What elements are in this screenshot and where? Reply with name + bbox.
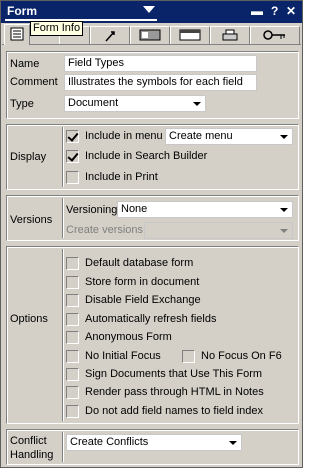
security-tab-icon[interactable] xyxy=(250,26,300,44)
options-section: Options Default database form Store form… xyxy=(6,246,299,424)
no-field-index-label: Do not add field names to field index xyxy=(85,405,263,417)
section-divider xyxy=(62,432,64,462)
conflict-label: Conflict xyxy=(10,435,47,447)
launch-tab-icon[interactable] xyxy=(90,26,130,44)
options-label: Options xyxy=(10,313,48,325)
section-divider xyxy=(62,249,64,421)
no-focus-on-f6-label: No Focus On F6 xyxy=(201,350,282,362)
conflict-handling-dropdown[interactable]: Create Conflicts xyxy=(66,434,242,451)
auto-refresh-fields-checkbox[interactable] xyxy=(66,313,79,326)
close-icon[interactable]: ✕ xyxy=(286,4,296,18)
chevron-down-icon xyxy=(280,208,288,212)
conflict-handling-section: Conflict Handling Create Conflicts xyxy=(6,429,299,465)
store-form-in-document-label: Store form in document xyxy=(85,276,200,288)
background-tab-icon[interactable] xyxy=(130,26,170,44)
include-in-print-label: Include in Print xyxy=(85,171,158,183)
include-in-search-builder-label: Include in Search Builder xyxy=(85,150,208,162)
basics-section: Name Field Types Comment Illustrates the… xyxy=(6,51,299,119)
conflict-handling-value: Create Conflicts xyxy=(70,436,149,448)
tooltip: Form Info xyxy=(30,21,84,36)
name-field[interactable]: Field Types xyxy=(64,55,257,72)
include-in-menu-checkbox[interactable] xyxy=(66,130,79,143)
include-in-menu-label: Include in menu xyxy=(85,130,163,142)
section-divider xyxy=(62,198,64,238)
menu-dropdown[interactable]: Create menu xyxy=(165,128,293,145)
anonymous-form-label: Anonymous Form xyxy=(85,331,172,343)
menu-value: Create menu xyxy=(169,130,233,142)
no-focus-on-f6-checkbox[interactable] xyxy=(182,350,195,363)
display-label: Display xyxy=(10,151,47,163)
type-value: Document xyxy=(68,97,119,109)
versions-section: Versions Versioning None Create versions xyxy=(6,195,299,241)
print-tab-icon[interactable] xyxy=(210,26,250,44)
versioning-label: Versioning xyxy=(66,204,118,216)
include-in-print-checkbox[interactable] xyxy=(66,171,79,184)
chevron-down-icon xyxy=(280,229,288,233)
default-database-form-label: Default database form xyxy=(85,257,194,269)
default-database-form-checkbox[interactable] xyxy=(66,257,79,270)
title-bar: Form ▬ ? ✕ xyxy=(1,1,302,23)
chevron-down-icon xyxy=(280,135,288,139)
handling-label: Handling xyxy=(10,449,54,461)
anonymous-form-checkbox[interactable] xyxy=(66,331,79,344)
auto-refresh-fields-label: Automatically refresh fields xyxy=(85,313,217,325)
chevron-down-icon xyxy=(229,441,237,445)
versioning-dropdown[interactable]: None xyxy=(117,201,293,218)
section-divider xyxy=(62,127,64,187)
info-tab-icon[interactable] xyxy=(4,24,30,45)
sign-documents-checkbox[interactable] xyxy=(66,368,79,381)
header-tab-icon[interactable] xyxy=(170,26,210,44)
pin-icon[interactable]: ▬ xyxy=(251,4,263,18)
render-pass-through-html-checkbox[interactable] xyxy=(66,386,79,399)
disable-field-exchange-label: Disable Field Exchange xyxy=(85,294,201,306)
versions-label: Versions xyxy=(10,214,53,226)
comment-label: Comment xyxy=(10,76,58,88)
no-field-index-checkbox[interactable] xyxy=(66,405,79,418)
no-initial-focus-label: No Initial Focus xyxy=(85,350,161,362)
display-section: Display Include in menu Create menu Incl… xyxy=(6,124,299,190)
type-dropdown[interactable]: Document xyxy=(64,95,206,112)
sign-documents-label: Sign Documents that Use This Form xyxy=(85,368,263,380)
disable-field-exchange-checkbox[interactable] xyxy=(66,294,79,307)
form-properties-panel: Form ▬ ? ✕ Form Info Name Field Types Co… xyxy=(0,0,303,468)
create-versions-label: Create versions xyxy=(66,224,144,236)
include-in-search-builder-checkbox[interactable] xyxy=(66,150,79,163)
title-dropdown-arrow-icon[interactable] xyxy=(143,6,155,13)
chevron-down-icon xyxy=(193,102,201,106)
panel-title: Form xyxy=(7,4,37,18)
store-form-in-document-checkbox[interactable] xyxy=(66,276,79,289)
versioning-value: None xyxy=(121,203,148,215)
comment-field[interactable]: Illustrates the symbols for each field xyxy=(64,74,257,91)
help-icon[interactable]: ? xyxy=(271,4,278,18)
name-label: Name xyxy=(10,58,40,70)
render-pass-through-html-label: Render pass through HTML in Notes xyxy=(85,386,264,398)
no-initial-focus-checkbox[interactable] xyxy=(66,350,79,363)
create-versions-dropdown[interactable] xyxy=(144,222,293,239)
type-label: Type xyxy=(10,98,34,110)
